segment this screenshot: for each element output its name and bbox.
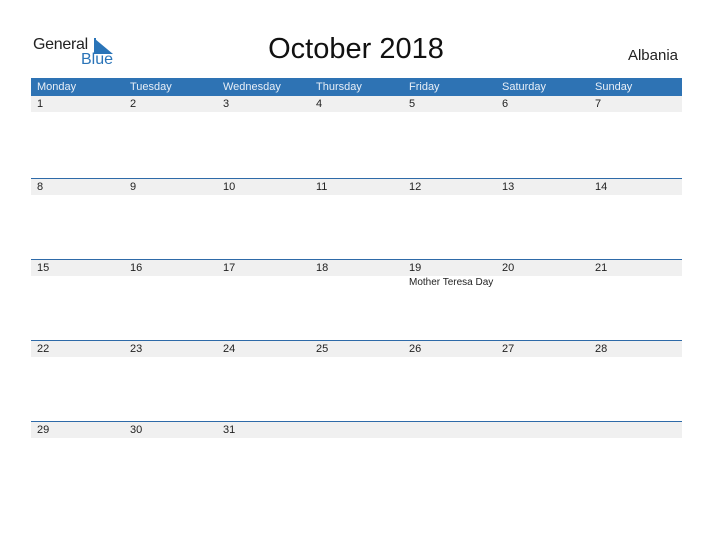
weekday-monday: Monday <box>37 81 77 93</box>
day-number: 28 <box>595 343 608 355</box>
calendar-grid: Monday Tuesday Wednesday Thursday Friday… <box>31 78 682 502</box>
day-number: 12 <box>409 181 422 193</box>
week-row: 15 16 17 18 19 20 21 Mother Teresa Day <box>31 259 682 340</box>
day-number: 16 <box>130 262 143 274</box>
day-number-row: 8 9 10 11 12 13 14 <box>31 179 682 195</box>
day-number <box>589 422 682 438</box>
holiday-label <box>310 276 403 290</box>
day-number: 8 <box>37 181 44 193</box>
weekday-sunday: Sunday <box>595 81 633 93</box>
event-row: Mother Teresa Day <box>31 276 682 290</box>
day-number: 20 <box>502 262 515 274</box>
week-row: 8 9 10 11 12 13 14 <box>31 178 682 259</box>
day-number-row: 15 16 17 18 19 20 21 <box>31 260 682 276</box>
day-number: 22 <box>37 343 50 355</box>
weekday-header: Monday Tuesday Wednesday Thursday Friday… <box>31 78 682 96</box>
day-number: 23 <box>130 343 143 355</box>
holiday-label: Mother Teresa Day <box>409 277 494 288</box>
day-number: 7 <box>595 98 602 110</box>
week-row: 1 2 3 4 5 6 7 <box>31 96 682 178</box>
day-number <box>496 422 589 438</box>
holiday-label <box>496 276 589 290</box>
day-number: 25 <box>316 343 329 355</box>
weekday-thursday: Thursday <box>316 81 362 93</box>
holiday-label <box>124 276 217 290</box>
page-title: October 2018 <box>268 33 444 65</box>
day-number <box>403 422 496 438</box>
day-number: 26 <box>409 343 422 355</box>
day-number: 24 <box>223 343 236 355</box>
holiday-label <box>589 276 682 290</box>
day-number: 30 <box>130 424 143 436</box>
day-number-row: 22 23 24 25 26 27 28 <box>31 341 682 357</box>
day-number: 14 <box>595 181 608 193</box>
day-number: 21 <box>595 262 608 274</box>
holiday-label <box>217 276 310 290</box>
day-number: 29 <box>37 424 50 436</box>
day-number-row: 1 2 3 4 5 6 7 <box>31 96 682 112</box>
week-row: 22 23 24 25 26 27 28 <box>31 340 682 421</box>
day-number: 4 <box>316 98 323 110</box>
weekday-saturday: Saturday <box>502 81 547 93</box>
day-number: 19 <box>409 262 422 274</box>
day-number-row: 29 30 31 <box>31 422 682 438</box>
week-row: 29 30 31 <box>31 421 682 502</box>
day-number: 9 <box>130 181 137 193</box>
country-label: Albania <box>627 47 678 64</box>
day-number: 15 <box>37 262 50 274</box>
day-number: 2 <box>130 98 137 110</box>
day-number: 13 <box>502 181 515 193</box>
day-number: 18 <box>316 262 329 274</box>
day-number: 31 <box>223 424 236 436</box>
day-number: 10 <box>223 181 236 193</box>
weekday-wednesday: Wednesday <box>223 81 281 93</box>
weekday-tuesday: Tuesday <box>130 81 172 93</box>
day-number: 11 <box>316 181 328 193</box>
day-number <box>310 422 403 438</box>
day-number: 17 <box>223 262 236 274</box>
weeks-container: 1 2 3 4 5 6 7 8 9 10 11 12 13 14 15 16 17 18 19 20 21 Mother … <box>31 96 682 502</box>
day-number: 5 <box>409 98 416 110</box>
weekday-friday: Friday <box>409 81 440 93</box>
day-number: 1 <box>37 98 44 110</box>
day-number: 6 <box>502 98 509 110</box>
day-number: 27 <box>502 343 515 355</box>
day-number: 3 <box>223 98 230 110</box>
holiday-label <box>31 276 124 290</box>
